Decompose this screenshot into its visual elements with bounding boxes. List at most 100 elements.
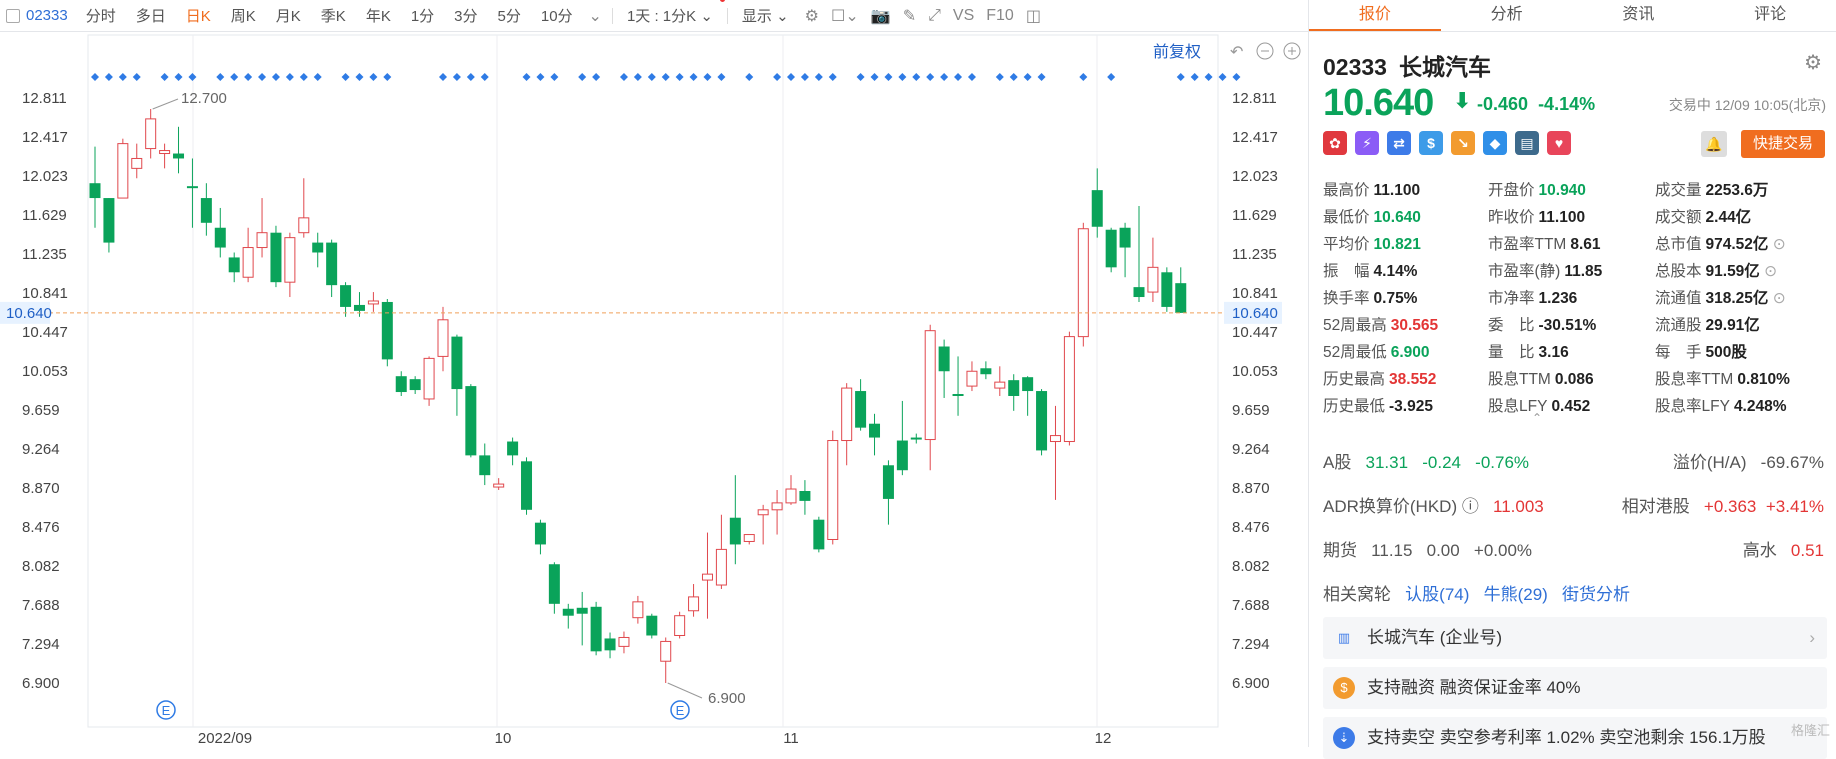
stat-value: 0.810% [1737, 371, 1790, 388]
enterprise-label: 长城汽车 (企业号) [1367, 628, 1503, 647]
more-icon[interactable]: ⊙ [1768, 290, 1786, 307]
dollar-icon[interactable]: $ [1419, 131, 1443, 155]
settings-gear-icon[interactable]: ⚙ [1804, 50, 1822, 75]
kline-chart[interactable]: 12.811 12.811 12.417 12.417 12.023 12.023 11.6… [0, 33, 1308, 747]
candle-body [228, 257, 240, 273]
signal-marker [536, 73, 545, 81]
y-tick-label-left: 6.900 [22, 675, 60, 692]
signal-marker [773, 73, 782, 81]
tab-1min[interactable]: 1分 [401, 5, 444, 26]
tab-5min[interactable]: 5分 [488, 5, 531, 26]
tab-analysis[interactable]: 分析 [1441, 0, 1573, 31]
stat-cell[interactable]: 总股本 91.59亿 ⊙ [1655, 259, 1777, 281]
stat-cell[interactable]: 流通值 318.25亿 ⊙ [1655, 286, 1786, 308]
tab-3min[interactable]: 3分 [444, 5, 487, 26]
square-checkbox-icon[interactable]: ☐⌄ [831, 6, 859, 26]
price-change: -0.460 -4.14% [1477, 94, 1595, 115]
signal-marker [898, 73, 907, 81]
signal-marker [689, 73, 698, 81]
kline-chart-area[interactable]: 12.811 12.811 12.417 12.417 12.023 12.023 11.6… [0, 33, 1308, 747]
stat-value: 6.900 [1390, 344, 1430, 361]
camera-icon[interactable]: 📷 [871, 6, 891, 26]
stat-cell: 昨收价 11.100 [1488, 205, 1585, 227]
stat-cell: 市盈率(静) 11.85 [1488, 259, 1602, 281]
candle-body [312, 242, 324, 253]
tab-10min[interactable]: 10分 [531, 5, 583, 26]
heart-icon[interactable]: ♥ [1547, 131, 1571, 155]
candle-body [353, 304, 365, 311]
min-leader-line [667, 682, 703, 699]
candle-body [284, 237, 296, 283]
y-tick-label-right: 7.294 [1232, 636, 1270, 653]
stat-label: 每 手 [1655, 344, 1702, 361]
y-tick-label-left: 7.294 [22, 636, 60, 653]
signal-marker [216, 73, 225, 81]
tab-duori[interactable]: 多日 [126, 5, 176, 26]
tab-comments[interactable]: 评论 [1704, 0, 1836, 31]
vs-button[interactable]: VS [953, 7, 974, 25]
signal-marker [1176, 73, 1185, 81]
adjust-price-button[interactable]: 前复权 [1153, 43, 1201, 61]
lightning-icon[interactable]: ⚡ [1355, 131, 1379, 155]
display-select[interactable]: 显示 ⌄ [732, 5, 799, 26]
y-tick-label-left: 8.082 [22, 558, 60, 575]
short-sell-card: ⇣ 支持卖空 卖空参考利率 1.02% 卖空池剩余 156.1万股 [1323, 717, 1827, 759]
y-tick-label-right: 8.870 [1232, 480, 1270, 497]
expand-chevron-icon[interactable]: ⌃ [1532, 411, 1542, 425]
stat-label: 市盈率TTM [1488, 236, 1567, 253]
info-icon[interactable]: ⓘ [1462, 497, 1479, 516]
chevron-down-icon[interactable]: ⌄ [589, 6, 602, 26]
current-price-label-left: 10.640 [6, 305, 52, 322]
candle-body [924, 330, 936, 441]
signal-marker [1009, 73, 1018, 81]
tab-fenshi[interactable]: 分时 [76, 5, 126, 26]
candle-body [340, 285, 352, 307]
stat-value: -3.925 [1389, 398, 1433, 415]
hk-flower-icon[interactable]: ✿ [1323, 131, 1347, 155]
signal-marker [870, 73, 879, 81]
tab-news[interactable]: 资讯 [1573, 0, 1705, 31]
futures-price: 11.15 [1371, 541, 1413, 560]
quote-panel: 报价 分析 资讯 评论 02333 长城汽车 ⚙ 10.640 ⬇ -0.460 … [1308, 0, 1836, 759]
compare-checkbox[interactable] [6, 8, 20, 23]
bookmark-icon[interactable]: ▤ [1515, 131, 1539, 155]
stat-value: 10.821 [1373, 236, 1421, 253]
candle-body [1175, 283, 1187, 313]
connect-icon[interactable]: ⇄ [1387, 131, 1411, 155]
enterprise-card[interactable]: ▥ 长城汽车 (企业号) › [1323, 617, 1827, 659]
tab-quarter-k[interactable]: 季K [311, 5, 356, 26]
y-tick-label-left: 10.447 [22, 324, 68, 341]
candle-body [548, 564, 560, 604]
undo-icon[interactable]: ↶ [1230, 42, 1243, 61]
signal-marker [104, 73, 113, 81]
period-mode-select[interactable]: 1天 : 1分K ⌄ [617, 0, 725, 26]
sidebar-toggle-icon[interactable]: ◫ [1026, 6, 1041, 26]
cbbc-link[interactable]: 牛熊(29) [1484, 585, 1548, 604]
tab-year-k[interactable]: 年K [356, 5, 401, 26]
a-share-row: A股 31.31 -0.24 -0.76% [1323, 448, 1529, 473]
stat-label: 量 比 [1488, 344, 1535, 361]
fullscreen-icon[interactable]: ⤢ [928, 7, 941, 25]
candle-body [785, 488, 797, 504]
gear-icon[interactable]: ⚙ [805, 6, 819, 26]
tag-icon[interactable]: ◆ [1483, 131, 1507, 155]
trend-icon[interactable]: ↘ [1451, 131, 1475, 155]
f10-button[interactable]: F10 [986, 7, 1014, 25]
more-icon[interactable]: ⊙ [1768, 236, 1786, 253]
tab-quote[interactable]: 报价 [1309, 0, 1441, 31]
street-analysis-link[interactable]: 街货分析 [1562, 585, 1630, 604]
stat-cell: 市盈率TTM 8.61 [1488, 232, 1601, 254]
pencil-icon[interactable]: ✎ [903, 6, 916, 26]
bell-icon[interactable]: 🔔 [1701, 131, 1727, 157]
signal-marker [1218, 73, 1227, 81]
tab-week-k[interactable]: 周K [221, 5, 266, 26]
tab-month-k[interactable]: 月K [266, 5, 311, 26]
candle-body [145, 118, 157, 150]
more-icon[interactable]: ⊙ [1760, 263, 1777, 280]
quick-trade-button[interactable]: 快捷交易 [1741, 130, 1825, 158]
stat-cell[interactable]: 总市值 974.52亿 ⊙ [1655, 232, 1786, 254]
signal-marker [1232, 73, 1241, 81]
bull-warrants-link[interactable]: 认股(74) [1405, 585, 1469, 604]
stat-cell: 平均价 10.821 [1323, 232, 1421, 254]
tab-day-k[interactable]: 日K [176, 5, 221, 26]
